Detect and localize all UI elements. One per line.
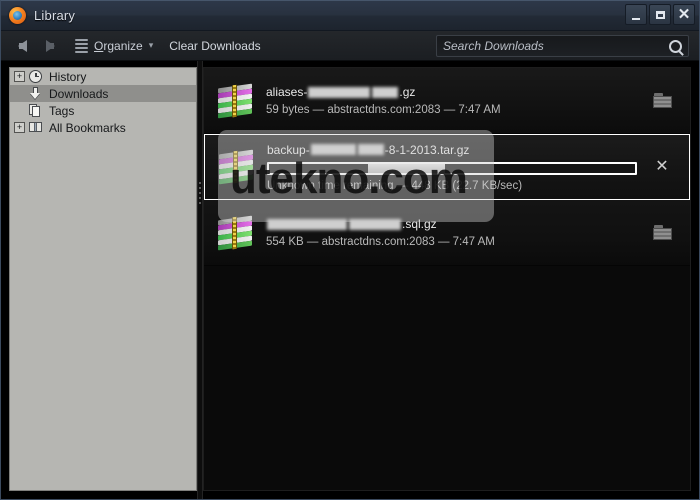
download-status: 554 KB — abstractdns.com:2083 — 7:47 AM <box>266 236 495 248</box>
forward-arrow-icon <box>45 39 55 52</box>
expander-icon[interactable]: + <box>14 71 25 82</box>
sidebar-item-all-bookmarks[interactable]: + All Bookmarks <box>10 119 196 136</box>
download-status: 59 bytes — abstractdns.com:2083 — 7:47 A… <box>266 104 501 116</box>
open-containing-folder-button[interactable] <box>646 216 680 250</box>
toolbar: Organize ▾ Clear Downloads <box>1 31 699 61</box>
splitter-grip <box>199 179 201 205</box>
archive-file-icon <box>218 83 252 118</box>
download-filename: .sql.gz <box>266 217 638 231</box>
title-bar: Library ✕ <box>1 1 699 31</box>
download-item[interactable]: backup- -8-1-2013.tar.gz Unknown time re… <box>204 134 690 200</box>
download-status: Unknown time remaining — 448 KB (22.7 KB… <box>267 179 523 192</box>
minimize-button[interactable] <box>625 4 647 25</box>
downloads-list[interactable]: aliases- .gz 59 bytes — abstractdns.com:… <box>203 67 691 491</box>
redacted-filename-part <box>267 218 347 230</box>
content-area: + History Downloads Tags + All Bookmarks <box>1 61 699 499</box>
progress-chunk <box>367 163 445 173</box>
sidebar-item-label: Tags <box>49 103 75 118</box>
organize-icon <box>75 37 88 55</box>
organize-label: Organize <box>94 39 143 53</box>
sidebar-item-tags[interactable]: Tags <box>10 102 196 119</box>
folder-icon <box>29 121 44 135</box>
search-box[interactable] <box>436 35 689 57</box>
download-progress-bar <box>267 161 637 175</box>
sidebar-item-history[interactable]: + History <box>10 68 196 85</box>
archive-file-icon <box>219 149 253 185</box>
download-info: backup- -8-1-2013.tar.gz Unknown time re… <box>267 143 637 192</box>
search-input[interactable] <box>443 39 665 53</box>
filename-prefix: backup- <box>267 142 310 157</box>
open-containing-folder-button[interactable] <box>646 84 680 118</box>
clear-downloads-button[interactable]: Clear Downloads <box>169 39 260 53</box>
search-icon <box>669 39 682 53</box>
expander-placeholder <box>14 88 25 99</box>
places-tree[interactable]: + History Downloads Tags + All Bookmarks <box>9 67 197 491</box>
sidebar-item-label: Downloads <box>49 86 109 101</box>
close-icon: ✕ <box>655 158 669 175</box>
forward-button[interactable] <box>37 35 63 57</box>
library-window: Library ✕ Organize ▾ Clear Downloads Sea… <box>0 0 700 500</box>
sidebar-item-label: All Bookmarks <box>49 120 126 135</box>
expander-icon[interactable]: + <box>14 122 25 133</box>
filename-prefix: aliases- <box>266 85 308 99</box>
back-button[interactable] <box>9 35 35 57</box>
download-filename: backup- -8-1-2013.tar.gz <box>267 143 637 157</box>
redacted-filename-part <box>308 86 371 98</box>
filename-suffix: .gz <box>399 85 416 99</box>
maximize-button[interactable] <box>649 4 671 25</box>
folder-icon <box>653 224 673 241</box>
close-button[interactable]: ✕ <box>673 4 695 25</box>
redacted-filename-part <box>349 218 401 230</box>
redacted-filename-part <box>357 144 384 155</box>
download-item[interactable]: .sql.gz 554 KB — abstractdns.com:2083 — … <box>204 200 690 266</box>
sidebar-item-downloads[interactable]: Downloads <box>10 85 196 102</box>
chevron-down-icon: ▾ <box>148 40 154 50</box>
cancel-download-button[interactable]: ✕ <box>645 150 679 184</box>
redacted-filename-part <box>372 86 399 98</box>
back-arrow-icon <box>17 39 27 52</box>
filename-suffix: -8-1-2013.tar.gz <box>384 142 470 157</box>
clock-icon <box>29 69 44 84</box>
redacted-filename-part <box>310 144 356 155</box>
download-icon <box>29 87 44 101</box>
organize-label-rest: rganize <box>103 38 143 53</box>
tag-icon <box>29 103 44 118</box>
expander-placeholder <box>14 105 25 116</box>
sidebar-item-label: History <box>49 69 87 84</box>
download-filename: aliases- .gz <box>266 85 638 99</box>
filename-suffix: .sql.gz <box>402 217 437 231</box>
archive-file-icon <box>218 215 252 250</box>
download-item[interactable]: aliases- .gz 59 bytes — abstractdns.com:… <box>204 68 690 134</box>
window-title: Library <box>34 8 76 23</box>
organize-accesskey: O <box>94 38 104 53</box>
download-info: .sql.gz 554 KB — abstractdns.com:2083 — … <box>266 217 638 248</box>
download-info: aliases- .gz 59 bytes — abstractdns.com:… <box>266 85 638 116</box>
firefox-icon <box>9 7 26 24</box>
window-controls: ✕ <box>625 4 695 25</box>
folder-icon <box>653 92 673 109</box>
organize-menu-button[interactable]: Organize ▾ <box>75 37 153 55</box>
